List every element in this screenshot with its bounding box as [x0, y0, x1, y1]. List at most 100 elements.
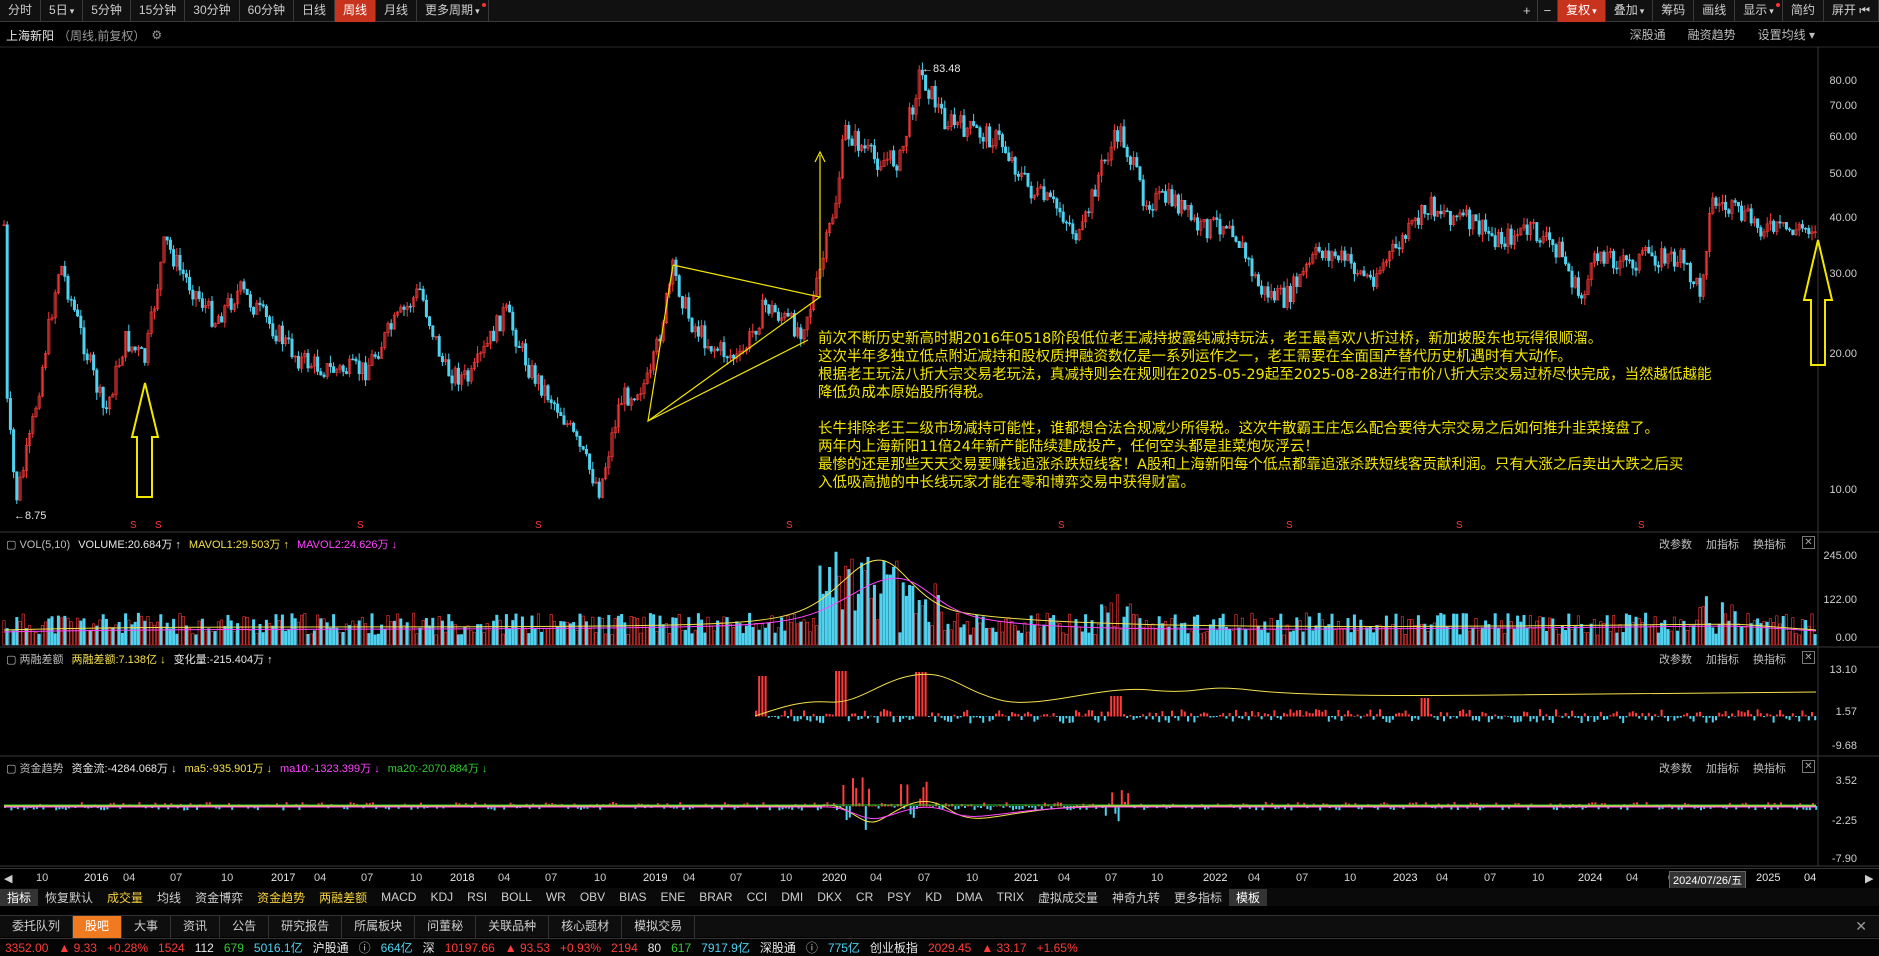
- indicator-tab[interactable]: KDJ: [423, 890, 460, 904]
- vol-axis-bottom: 0.00: [1835, 632, 1857, 644]
- add-indicator-button[interactable]: 加指标: [1706, 760, 1739, 776]
- indicator-tab[interactable]: 虚拟成交量: [1031, 889, 1105, 906]
- candle-body: [1205, 219, 1209, 239]
- indicator-tab[interactable]: DMI: [774, 890, 810, 904]
- switch-indicator-button[interactable]: 换指标: [1753, 760, 1786, 776]
- margin-bar: [1622, 716, 1625, 724]
- sgt-label[interactable]: 深股通: [755, 939, 801, 956]
- margin-bar: [1036, 716, 1039, 720]
- margin-bar: [1212, 716, 1215, 718]
- indicator-tab[interactable]: MACD: [374, 890, 423, 904]
- hgt-label[interactable]: 沪股通: [308, 939, 354, 956]
- edit-params-button[interactable]: 改参数: [1659, 536, 1692, 552]
- vol-label[interactable]: ▢ VOL(5,10): [6, 538, 70, 551]
- function-tab[interactable]: 核心题材: [549, 915, 623, 938]
- function-tab[interactable]: 大事: [122, 915, 172, 938]
- volume-bar: [194, 634, 198, 646]
- margin-bar: [1164, 716, 1167, 721]
- volume-bar: [511, 620, 515, 646]
- indicator-tab[interactable]: TRIX: [990, 890, 1031, 904]
- indicator-tab[interactable]: 均线: [150, 889, 188, 906]
- candle-body: [1448, 210, 1452, 225]
- function-tab[interactable]: 股吧: [73, 915, 123, 938]
- fund-label[interactable]: ▢ 资金趋势: [6, 760, 63, 776]
- edit-params-button[interactable]: 改参数: [1659, 651, 1692, 667]
- volume-bar: [1541, 617, 1545, 646]
- volume-bar: [1500, 620, 1504, 646]
- fund-bar: [1117, 806, 1120, 822]
- candle-body: [1685, 262, 1689, 265]
- scroll-left-icon[interactable]: ◀: [4, 872, 12, 885]
- function-tab[interactable]: 模拟交易: [622, 915, 696, 938]
- volume-bar: [1026, 631, 1030, 646]
- margin-bar: [793, 716, 796, 722]
- volume-bar: [895, 560, 899, 646]
- time-tick: 2021: [1014, 872, 1039, 884]
- close-icon[interactable]: ✕: [1802, 651, 1815, 664]
- fund-bar: [1021, 806, 1024, 810]
- indicator-tab[interactable]: BOLL: [494, 890, 539, 904]
- indicator-tab[interactable]: CCI: [740, 890, 775, 904]
- function-tab[interactable]: 所属板块: [342, 915, 416, 938]
- indicator-tab[interactable]: DKX: [810, 890, 849, 904]
- margin-bar: [1673, 716, 1676, 721]
- add-indicator-button[interactable]: 加指标: [1706, 651, 1739, 667]
- function-tab[interactable]: 问董秘: [415, 915, 477, 938]
- function-tab[interactable]: 公告: [220, 915, 270, 938]
- close-icon[interactable]: ✕: [1802, 760, 1815, 773]
- indicator-tab[interactable]: 资金博弈: [188, 889, 250, 906]
- function-tab[interactable]: 资讯: [171, 915, 221, 938]
- volume-bar: [725, 617, 729, 646]
- indicator-tab[interactable]: WR: [539, 890, 573, 904]
- indicator-tab[interactable]: ENE: [654, 890, 693, 904]
- indicator-tab[interactable]: BRAR: [692, 890, 739, 904]
- volume-bar: [1461, 613, 1465, 646]
- indicator-tab[interactable]: PSY: [880, 890, 918, 904]
- scroll-right-icon[interactable]: ▶: [1865, 872, 1873, 885]
- close-icon[interactable]: ✕: [1802, 536, 1815, 549]
- volume-bar: [165, 622, 169, 646]
- fund-bar: [1040, 806, 1043, 810]
- annotation-line: 前次不断历史新高时期2016年0518阶段低位老王减持披露纯减持玩法，老王最喜欢…: [818, 331, 1603, 347]
- indicator-tab[interactable]: 模板: [1229, 888, 1268, 906]
- indicator-tab[interactable]: KD: [918, 890, 949, 904]
- add-indicator-button[interactable]: 加指标: [1706, 536, 1739, 552]
- indicator-tab[interactable]: 两融差额: [312, 889, 374, 906]
- volume-bar: [1023, 622, 1027, 646]
- candle-body: [1509, 228, 1513, 245]
- volume-bar: [882, 560, 886, 646]
- indicator-tab[interactable]: 指标: [0, 888, 39, 906]
- indicator-tab[interactable]: 神奇九转: [1105, 889, 1167, 906]
- indicator-tab[interactable]: 资金趋势: [250, 889, 312, 906]
- switch-indicator-button[interactable]: 换指标: [1753, 536, 1786, 552]
- indicator-tab[interactable]: RSI: [460, 890, 494, 904]
- indicator-tab[interactable]: BIAS: [612, 890, 653, 904]
- edit-params-button[interactable]: 改参数: [1659, 760, 1692, 776]
- switch-indicator-button[interactable]: 换指标: [1753, 651, 1786, 667]
- indicator-tab[interactable]: 成交量: [100, 889, 150, 906]
- volume-bar: [812, 618, 816, 646]
- trend-line: [647, 339, 809, 422]
- indicator-tab[interactable]: DMA: [949, 890, 990, 904]
- vol-panel-header: ▢ VOL(5,10) VOLUME:20.684万 ↑ MAVOL1:29.5…: [0, 535, 1879, 553]
- candle-body: [389, 323, 393, 330]
- margin-bar: [1225, 716, 1228, 719]
- time-tick: 07: [918, 872, 931, 884]
- help-icon[interactable]: ⓘ: [801, 939, 823, 956]
- close-icon[interactable]: ✕: [1855, 918, 1867, 935]
- function-tab[interactable]: 委托队列: [0, 915, 74, 938]
- volume-bar: [146, 615, 150, 646]
- signal-marker: S: [535, 520, 542, 531]
- indicator-tab[interactable]: OBV: [573, 890, 612, 904]
- volume-bar: [968, 634, 972, 646]
- candle-body: [1432, 196, 1436, 217]
- candle-body: [1624, 255, 1628, 261]
- function-tab[interactable]: 研究报告: [269, 915, 343, 938]
- indicator-tab[interactable]: CR: [849, 890, 880, 904]
- indicator-tab[interactable]: 恢复默认: [38, 889, 100, 906]
- indicator-tab[interactable]: 更多指标: [1167, 889, 1229, 906]
- margin-label[interactable]: ▢ 两融差额: [6, 651, 63, 667]
- help-icon[interactable]: ⓘ: [354, 939, 376, 956]
- volume-bar: [1234, 614, 1238, 646]
- function-tab[interactable]: 关联品种: [476, 915, 550, 938]
